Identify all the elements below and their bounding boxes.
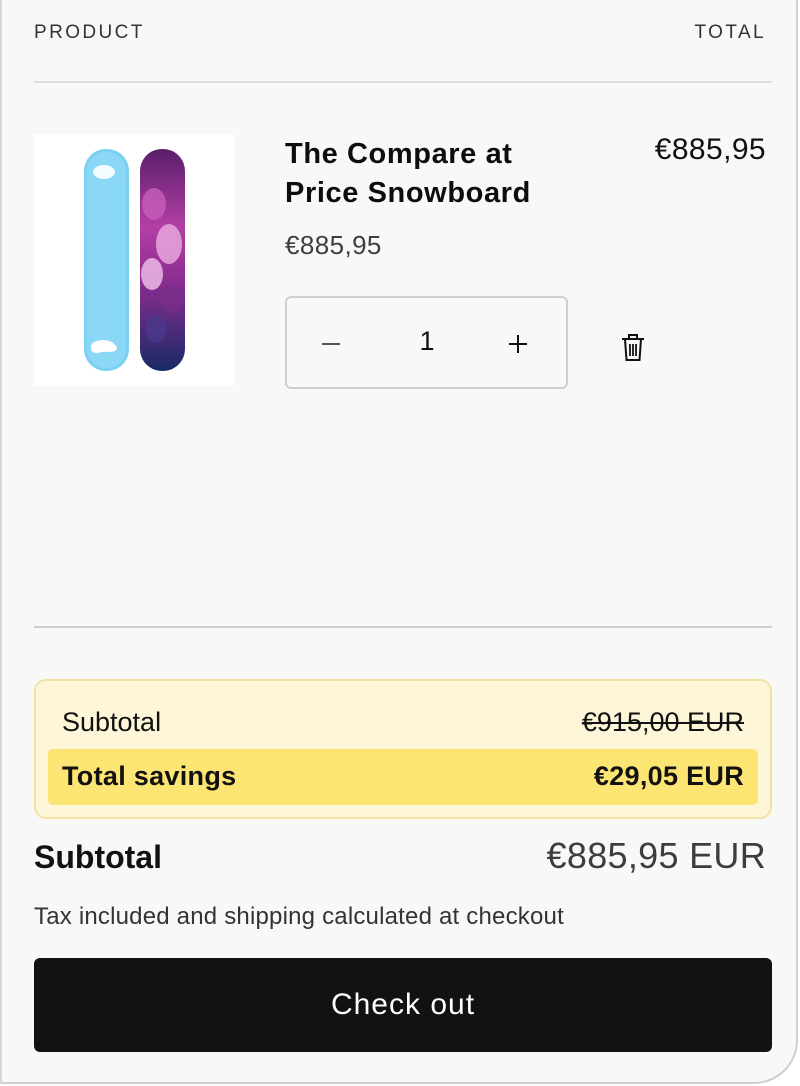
- line-item-total: €885,95: [654, 133, 766, 166]
- remove-item-button[interactable]: [616, 328, 650, 366]
- cart-panel: PRODUCT TOTAL The Compare at Price Snowb…: [0, 0, 798, 1084]
- checkout-button[interactable]: Check out: [34, 958, 772, 1052]
- items-divider: [34, 626, 772, 628]
- increase-quantity-button[interactable]: [494, 320, 542, 368]
- product-image[interactable]: [34, 134, 234, 386]
- plus-icon: [509, 335, 527, 353]
- original-subtotal-value: €915,00 EUR: [581, 707, 744, 737]
- snowboard-image-icon: [84, 149, 185, 371]
- header-divider: [34, 81, 772, 83]
- trash-icon: [622, 334, 644, 361]
- column-header-product: PRODUCT: [34, 22, 145, 43]
- savings-summary: Subtotal €915,00 EUR Total savings €29,0…: [34, 679, 772, 819]
- total-savings-value: €29,05 EUR: [593, 761, 744, 791]
- total-savings-label: Total savings: [62, 761, 237, 791]
- product-title[interactable]: The Compare at Price Snowboard: [285, 135, 585, 213]
- minus-icon: [322, 343, 340, 345]
- quantity-stepper: 1: [285, 296, 568, 389]
- product-unit-price: €885,95: [285, 230, 382, 260]
- original-subtotal-label: Subtotal: [62, 707, 162, 737]
- column-header-total: TOTAL: [694, 22, 766, 43]
- original-subtotal-row: Subtotal €915,00 EUR: [62, 707, 744, 739]
- total-savings-row: Total savings €29,05 EUR: [48, 749, 758, 805]
- tax-shipping-note: Tax included and shipping calculated at …: [34, 903, 564, 930]
- decrease-quantity-button[interactable]: [307, 320, 355, 368]
- subtotal-value: €885,95 EUR: [546, 835, 766, 876]
- subtotal-label: Subtotal: [34, 839, 162, 875]
- quantity-input[interactable]: 1: [377, 326, 477, 357]
